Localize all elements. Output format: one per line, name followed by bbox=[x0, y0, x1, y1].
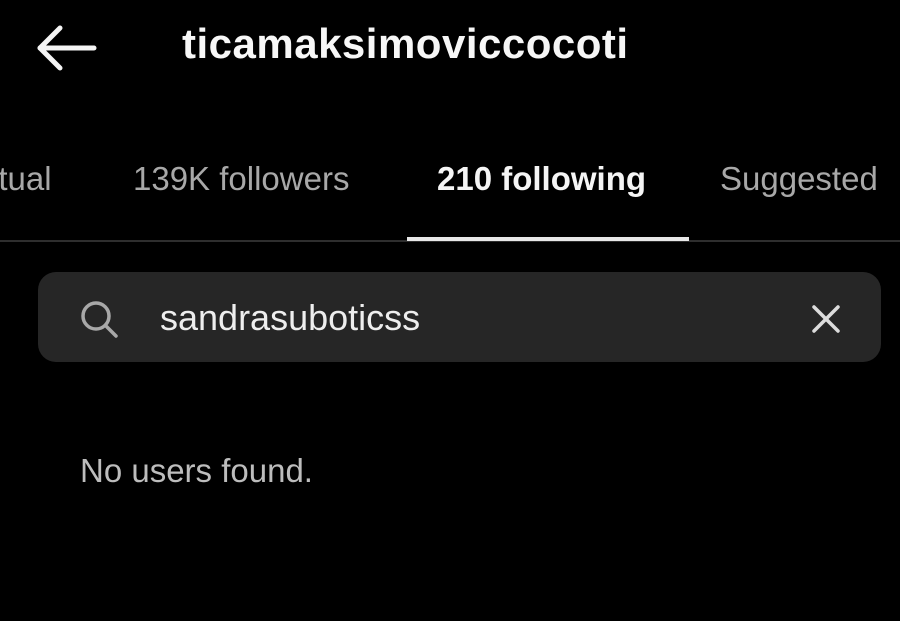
search-icon bbox=[81, 301, 118, 338]
top-bar: ticamaksimoviccocoti bbox=[0, 0, 900, 100]
profile-username-title: ticamaksimoviccocoti bbox=[182, 20, 629, 67]
close-icon[interactable] bbox=[804, 297, 848, 341]
tab-following[interactable]: 210 following bbox=[437, 160, 646, 198]
follow-tabs: utual 139K followers 210 following Sugge… bbox=[0, 130, 900, 242]
active-tab-indicator bbox=[407, 237, 689, 241]
tab-suggested[interactable]: Suggested bbox=[720, 160, 878, 198]
back-button[interactable] bbox=[32, 18, 102, 78]
tab-mutual[interactable]: utual bbox=[0, 160, 52, 198]
search-input[interactable] bbox=[160, 286, 780, 350]
tab-followers[interactable]: 139K followers bbox=[133, 160, 349, 198]
no-results-message: No users found. bbox=[80, 452, 313, 489]
back-arrow-icon bbox=[37, 25, 97, 71]
